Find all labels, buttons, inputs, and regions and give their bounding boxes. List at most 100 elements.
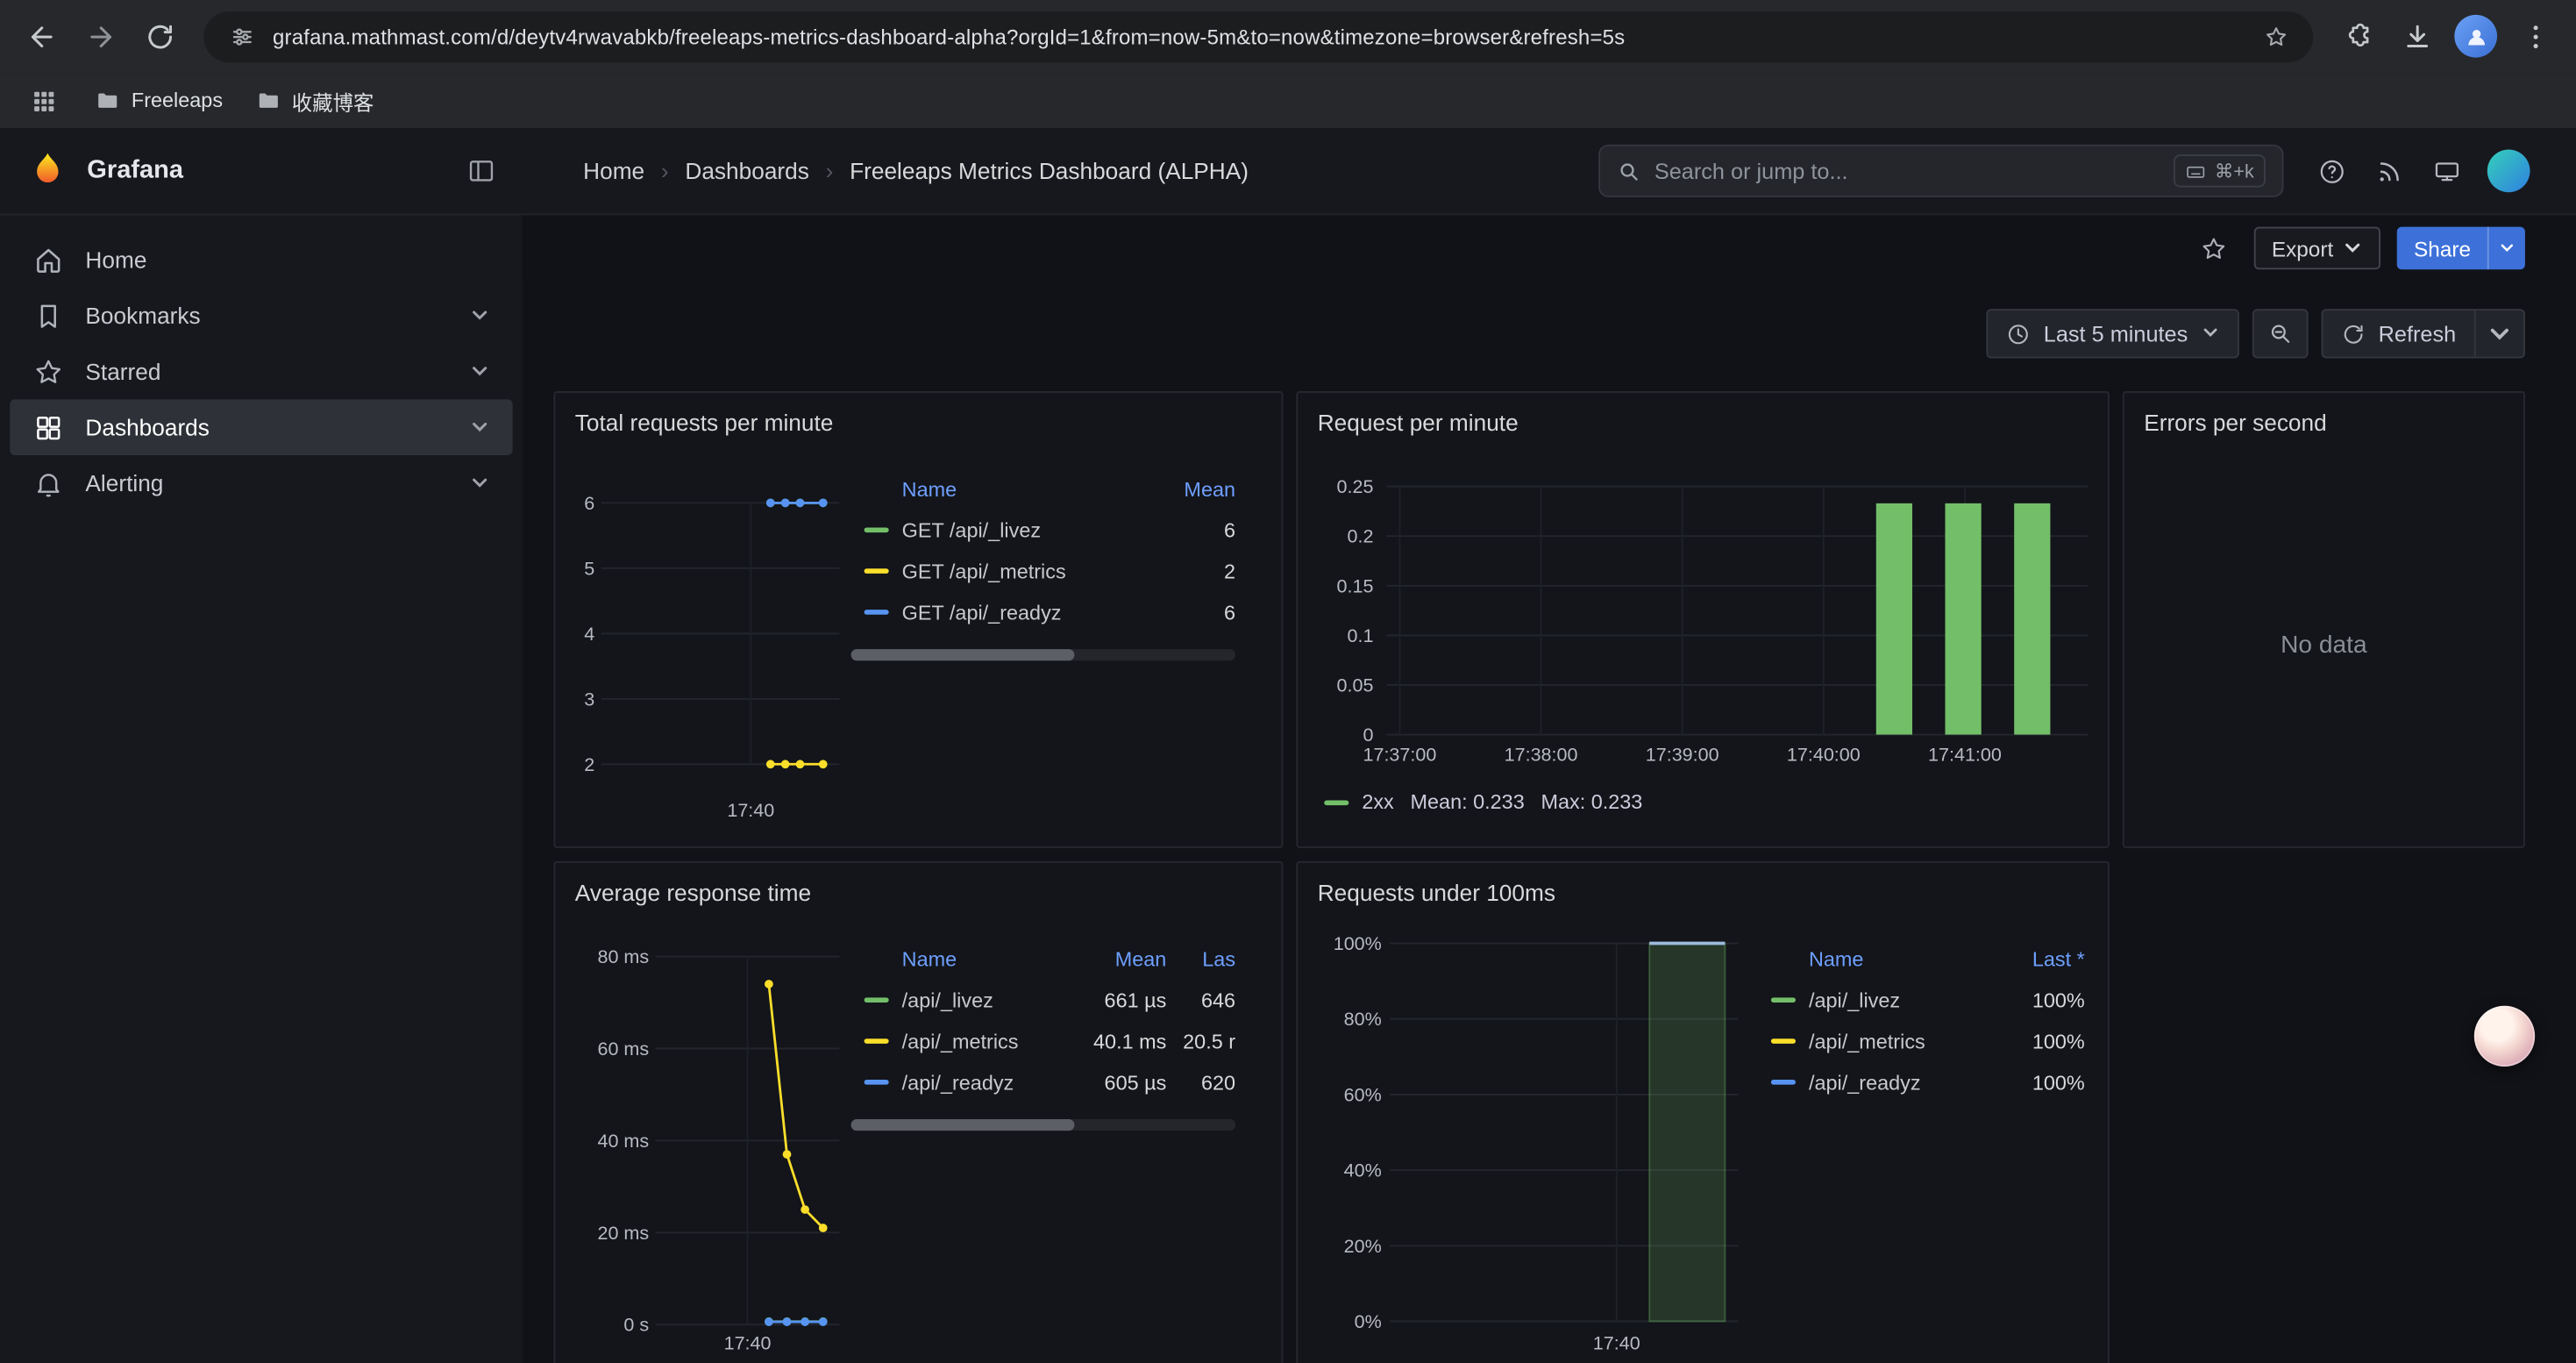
share-button[interactable]: Share (2397, 227, 2525, 270)
table-row[interactable]: GET /api/_metrics2 (851, 551, 1235, 592)
site-settings-icon[interactable] (224, 18, 260, 54)
refresh-button[interactable]: Refresh (2323, 310, 2474, 356)
star-icon (32, 356, 64, 388)
chart-legend: 2xx Mean: 0.233 Max: 0.233 (1324, 790, 1642, 813)
table-row[interactable]: /api/_livez661 µs646 (851, 980, 1235, 1021)
svg-text:17:38:00: 17:38:00 (1505, 745, 1578, 766)
breadcrumb-dashboards[interactable]: Dashboards (685, 158, 808, 184)
table-row[interactable]: /api/_metrics40.1 ms20.5 r (851, 1021, 1235, 1062)
clock-icon (2006, 321, 2031, 346)
series-swatch (1771, 1038, 1796, 1044)
column-header[interactable]: Name (851, 477, 1137, 500)
svg-text:80%: 80% (1344, 1009, 1382, 1030)
panel-title[interactable]: Total requests per minute (555, 393, 1281, 436)
panel-title[interactable]: Errors per second (2124, 393, 2523, 436)
table-row[interactable]: /api/_metrics100% (1758, 1021, 2085, 1062)
bookmark-freeleaps[interactable]: Freeleaps (82, 83, 236, 118)
series (765, 980, 828, 1326)
scrollbar-thumb[interactable] (851, 649, 1074, 660)
sidebar-item-alerting[interactable]: Alerting (10, 455, 512, 511)
legend-series-name[interactable]: 2xx (1362, 790, 1393, 813)
apps-grid-icon[interactable] (19, 77, 65, 123)
sidebar-item-starred[interactable]: Starred (10, 344, 512, 400)
search-input[interactable]: Search or jump to... ⌘+k (1598, 145, 2283, 197)
export-button[interactable]: Export (2253, 227, 2380, 270)
scrollbar-thumb[interactable] (851, 1119, 1074, 1131)
sidebar-item-dashboards[interactable]: Dashboards (10, 399, 512, 455)
svg-text:5: 5 (584, 558, 594, 579)
column-header[interactable]: Mean (1137, 477, 1235, 500)
refresh-interval-dropdown[interactable] (2474, 310, 2523, 356)
no-data-message: No data (2124, 632, 2523, 660)
table-row[interactable]: /api/_livez100% (1758, 980, 2085, 1021)
table-row[interactable]: /api/_readyz605 µs620 (851, 1061, 1235, 1103)
main-area: Home › Dashboards › Freeleaps Metrics Da… (523, 128, 2576, 1363)
url-bar[interactable]: grafana.mathmast.com/d/deytv4rwavabkb/fr… (203, 11, 2313, 61)
forward-button[interactable] (72, 8, 128, 64)
chevron-down-icon (470, 306, 489, 325)
favorite-star-icon[interactable] (2191, 227, 2237, 270)
brand-name: Grafana (87, 156, 183, 186)
table-cell: 620 (1166, 1071, 1235, 1094)
sidebar-item-home[interactable]: Home (10, 232, 512, 288)
zoom-out-button[interactable] (2252, 309, 2308, 358)
panel-title[interactable]: Requests under 100ms (1298, 863, 2108, 906)
panel-requests-under-100ms: Requests under 100ms 100%80%60%40%20%0%1… (1296, 861, 2109, 1363)
reload-button[interactable] (132, 8, 188, 64)
legend-max: Max: 0.233 (1541, 790, 1642, 813)
table-cell: 2 (1137, 560, 1235, 582)
help-icon[interactable] (2315, 154, 2347, 187)
column-header[interactable]: Mean (1064, 947, 1166, 970)
svg-text:4: 4 (584, 624, 594, 645)
breadcrumb-home[interactable]: Home (583, 158, 644, 184)
table-cell: 100% (1986, 1030, 2084, 1053)
panel-table: NameMeanLas/api/_livez661 µs646/api/_met… (851, 938, 1262, 1131)
search-icon (1617, 159, 1641, 183)
extensions-icon[interactable] (2330, 8, 2386, 64)
panel-title[interactable]: Average response time (555, 863, 1281, 906)
table-row[interactable]: GET /api/_livez6 (851, 510, 1235, 551)
table-scrollbar[interactable] (851, 649, 1235, 660)
bookmark-blog[interactable]: 收藏博客 (243, 80, 388, 121)
table-cell: 661 µs (1064, 988, 1166, 1011)
home-icon (32, 244, 64, 275)
panel-title[interactable]: Request per minute (1298, 393, 2108, 436)
assistant-avatar[interactable] (2474, 1006, 2535, 1067)
series-swatch (865, 568, 889, 574)
time-range-picker[interactable]: Last 5 minutes (1986, 309, 2238, 358)
user-avatar[interactable] (2487, 150, 2530, 193)
rss-icon[interactable] (2373, 154, 2405, 187)
table-cell: 646 (1166, 988, 1235, 1011)
svg-text:0%: 0% (1355, 1311, 1382, 1332)
bell-icon (32, 467, 64, 499)
share-label[interactable]: Share (2397, 227, 2487, 270)
column-header[interactable]: Name (1758, 947, 1986, 970)
column-header[interactable]: Las (1166, 947, 1235, 970)
column-header[interactable]: Last * (1986, 947, 2084, 970)
legend-mean: Mean: 0.233 (1411, 790, 1525, 813)
downloads-icon[interactable] (2388, 8, 2444, 64)
sidebar-collapse-icon[interactable] (466, 156, 496, 186)
menu-kebab-icon[interactable] (2507, 8, 2563, 64)
grafana-logo[interactable] (26, 150, 69, 193)
table-cell: 100% (1986, 988, 2084, 1011)
table-scrollbar[interactable] (851, 1119, 1235, 1131)
timeseries-chart: 80 ms60 ms40 ms20 ms0 s17:40 (566, 929, 861, 1363)
back-button[interactable] (13, 8, 69, 64)
svg-text:80 ms: 80 ms (597, 946, 649, 967)
breadcrumb-current: Freeleaps Metrics Dashboard (ALPHA) (850, 158, 1249, 184)
profile-avatar[interactable] (2454, 15, 2497, 58)
series-swatch (865, 527, 889, 532)
table-row[interactable]: GET /api/_readyz6 (851, 592, 1235, 633)
panel-request-per-minute: 0.250.20.150.10.05017:37:0017:38:0017:39… (1296, 391, 2109, 848)
svg-text:0.05: 0.05 (1337, 674, 1374, 696)
sidebar-item-bookmarks[interactable]: Bookmarks (10, 288, 512, 344)
table-row[interactable]: /api/_readyz100% (1758, 1061, 2085, 1103)
svg-text:0: 0 (1363, 724, 1373, 746)
monitor-icon[interactable] (2430, 154, 2462, 187)
svg-text:17:41:00: 17:41:00 (1928, 745, 2002, 766)
share-dropdown-button[interactable] (2487, 227, 2525, 270)
folder-icon (96, 88, 120, 112)
column-header[interactable]: Name (851, 947, 1065, 970)
bookmark-star-icon[interactable] (2257, 18, 2293, 54)
